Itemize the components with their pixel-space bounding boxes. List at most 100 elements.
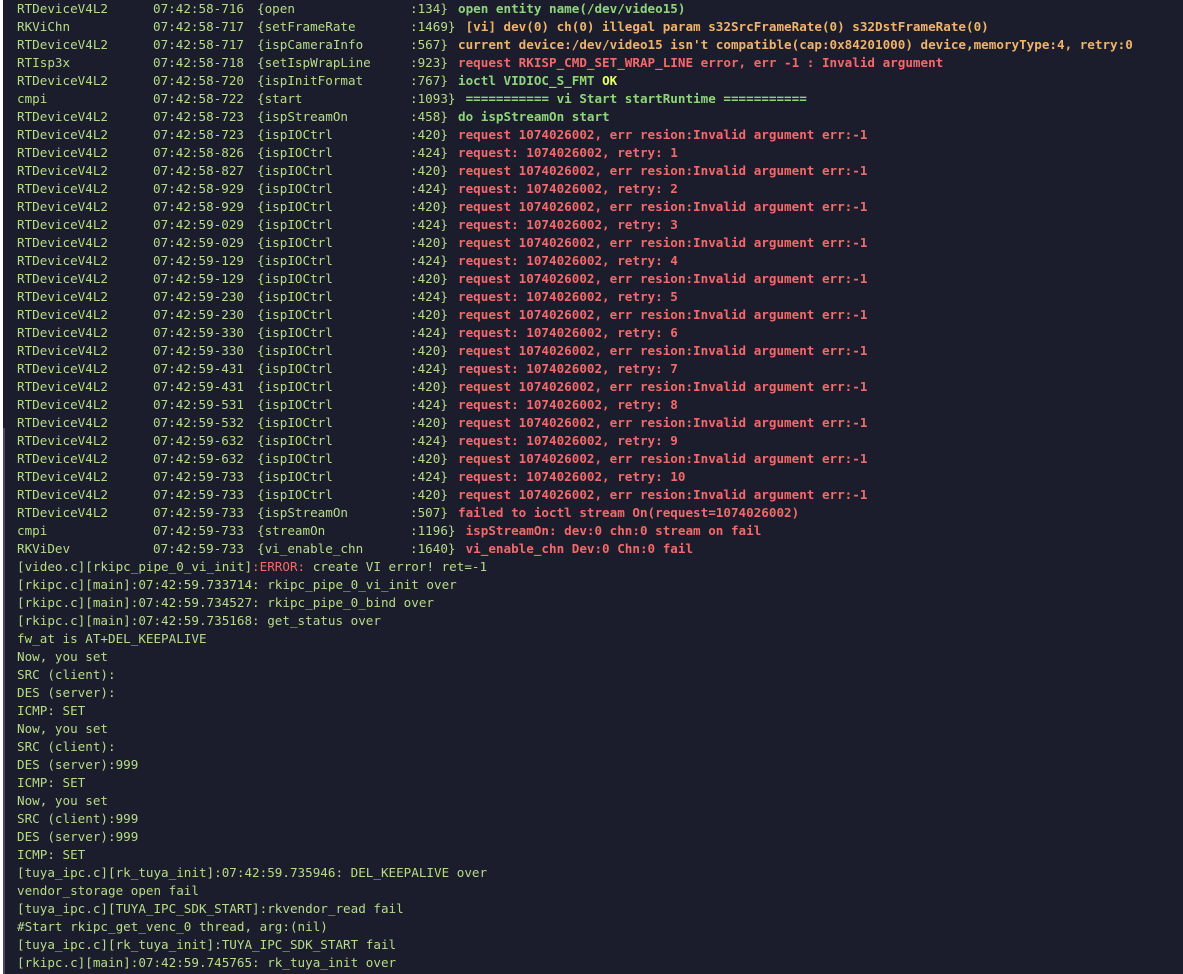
terminal-window[interactable]: RTDeviceV4L2 07:42:58-716 {open:134} open e… — [0, 0, 1183, 974]
error-prefix: [video.c][rkipc_pipe_0_vi_init] — [17, 559, 253, 574]
log-message-text: request 1074026002, err resion:Invalid a… — [458, 415, 868, 430]
log-timestamp: 07:42:59-532 — [153, 415, 244, 430]
log-message: ispStreamOn: dev:0 chn:0 stream on fail — [458, 522, 762, 540]
log-message-text: [vi] dev(0) ch(0) illegal param s32SrcFr… — [458, 19, 989, 34]
log-message: request 1074026002, err resion:Invalid a… — [458, 126, 867, 144]
log-message: request 1074026002, err resion:Invalid a… — [458, 162, 867, 180]
log-row: RTDeviceV4L2 07:42:59-129 {ispIOCtrl:424} r… — [17, 252, 1183, 270]
log-message: request 1074026002, err resion:Invalid a… — [458, 450, 867, 468]
log-function: {ispIOCtrl — [257, 271, 333, 286]
log-line-number: :424} — [410, 289, 448, 304]
log-row: RTDeviceV4L2 07:42:59-632 {ispIOCtrl:424} r… — [17, 432, 1183, 450]
log-timestamp: 07:42:59-632 — [153, 451, 244, 466]
log-message: request: 1074026002, retry: 3 — [458, 216, 678, 234]
log-tag: RTDeviceV4L2 — [17, 397, 108, 412]
log-message-text: request 1074026002, err resion:Invalid a… — [458, 163, 868, 178]
log-function: {ispIOCtrl — [257, 127, 333, 142]
log-function: {ispIOCtrl — [257, 433, 333, 448]
log-tag: RTDeviceV4L2 — [17, 361, 108, 376]
log-tag: RTDeviceV4L2 — [17, 253, 108, 268]
log-row: RTDeviceV4L2 07:42:59-431 {ispIOCtrl:424} r… — [17, 360, 1183, 378]
log-timestamp: 07:42:59-531 — [153, 397, 244, 412]
log-timestamp: 07:42:59-230 — [153, 289, 244, 304]
log-function: {setFrameRate — [257, 19, 356, 34]
error-suffix: create VI error! ret=-1 — [305, 559, 488, 574]
console-line: Now, you set — [17, 793, 108, 808]
log-row: RTDeviceV4L2 07:42:59-230 {ispIOCtrl:420} r… — [17, 306, 1183, 324]
log-message-text: request: 1074026002, retry: 3 — [458, 217, 678, 232]
log-message-text: request 1074026002, err resion:Invalid a… — [458, 199, 868, 214]
log-function: {ispIOCtrl — [257, 163, 333, 178]
log-timestamp: 07:42:58-720 — [153, 73, 244, 88]
log-row: RTDeviceV4L2 07:42:58-720 {ispInitFormat:7… — [17, 72, 1183, 90]
log-function: {ispIOCtrl — [257, 343, 333, 358]
log-output: RTDeviceV4L2 07:42:58-716 {open:134} open e… — [17, 0, 1183, 972]
log-tag: RTDeviceV4L2 — [17, 469, 108, 484]
log-line-number: :424} — [410, 433, 448, 448]
log-function: {ispIOCtrl — [257, 451, 333, 466]
log-line-number: :420} — [410, 415, 448, 430]
log-row: RTDeviceV4L2 07:42:59-733 {ispStreamOn:507… — [17, 504, 1183, 522]
console-line: ICMP: SET — [17, 847, 86, 862]
log-message: request: 1074026002, retry: 5 — [458, 288, 678, 306]
log-message-text: request 1074026002, err resion:Invalid a… — [458, 379, 868, 394]
log-tag: RTDeviceV4L2 — [17, 379, 108, 394]
log-timestamp: 07:42:58-827 — [153, 163, 244, 178]
console-line: [rkipc.c][main]:07:42:59.745765: rk_tuya… — [17, 955, 397, 970]
log-tag: RTIsp3x — [17, 55, 71, 70]
console-line: #Start rkipc_get_venc_0 thread, arg:(nil… — [17, 919, 328, 934]
log-timestamp: 07:42:59-230 — [153, 307, 244, 322]
console-line: Now, you set — [17, 649, 108, 664]
log-tag: RTDeviceV4L2 — [17, 325, 108, 340]
log-row: RTDeviceV4L2 07:42:59-532 {ispIOCtrl:420} r… — [17, 414, 1183, 432]
log-timestamp: 07:42:58-718 — [153, 55, 244, 70]
log-timestamp: 07:42:59-632 — [153, 433, 244, 448]
log-timestamp: 07:42:59-330 — [153, 343, 244, 358]
log-timestamp: 07:42:59-129 — [153, 253, 244, 268]
log-timestamp: 07:42:59-733 — [153, 505, 244, 520]
log-message-text: request: 1074026002, retry: 6 — [458, 325, 678, 340]
log-line-number: :420} — [410, 451, 448, 466]
log-message: do ispStreamOn start — [458, 108, 610, 126]
log-line-number: :458} — [410, 109, 448, 124]
log-message-text: =========== vi Start startRuntime ======… — [458, 91, 807, 106]
log-line-number: :420} — [410, 343, 448, 358]
log-message-text: request: 1074026002, retry: 9 — [458, 433, 678, 448]
log-tag: RTDeviceV4L2 — [17, 1, 108, 16]
log-line-number: :420} — [410, 271, 448, 286]
log-message: request: 1074026002, retry: 6 — [458, 324, 678, 342]
log-message-text: request 1074026002, err resion:Invalid a… — [458, 343, 868, 358]
log-message-text: do ispStreamOn start — [458, 109, 610, 124]
log-message: current device:/dev/video15 isn't compat… — [458, 36, 1133, 54]
log-tag: RKViDev — [17, 541, 71, 556]
log-line-number: :424} — [410, 253, 448, 268]
console-line: ICMP: SET — [17, 703, 86, 718]
log-line-number: :420} — [410, 307, 448, 322]
log-message-text: current device:/dev/video15 isn't compat… — [458, 37, 1133, 52]
error-word: :ERROR: — [252, 559, 306, 574]
log-message: =========== vi Start startRuntime ======… — [458, 90, 807, 108]
log-message-text: request RKISP_CMD_SET_WRAP_LINE error, e… — [458, 55, 944, 70]
log-tag: RTDeviceV4L2 — [17, 163, 108, 178]
log-row: RTDeviceV4L2 07:42:58-826 {ispIOCtrl:424} r… — [17, 144, 1183, 162]
console-line: DES (server):999 — [17, 829, 139, 844]
log-function: {ispStreamOn — [257, 505, 348, 520]
log-timestamp: 07:42:59-733 — [153, 487, 244, 502]
log-message: request 1074026002, err resion:Invalid a… — [458, 198, 867, 216]
log-message-text: ioctl VIDIOC_S_FMT — [458, 73, 603, 88]
log-tag: RTDeviceV4L2 — [17, 127, 108, 142]
log-message-text: request 1074026002, err resion:Invalid a… — [458, 487, 868, 502]
log-row: RKViChn 07:42:58-717 {setFrameRate:1469} [… — [17, 18, 1183, 36]
log-tag: cmpi — [17, 91, 48, 106]
log-function: {ispIOCtrl — [257, 325, 333, 340]
log-row: RTDeviceV4L2 07:42:59-632 {ispIOCtrl:420} r… — [17, 450, 1183, 468]
log-row: RTDeviceV4L2 07:42:58-929 {ispIOCtrl:424} r… — [17, 180, 1183, 198]
log-timestamp: 07:42:58-723 — [153, 109, 244, 124]
console-line: SRC (client):999 — [17, 811, 139, 826]
log-row: RTDeviceV4L2 07:42:59-733 {ispIOCtrl:420} r… — [17, 486, 1183, 504]
log-line-number: :1093} — [410, 91, 456, 106]
log-row: RTDeviceV4L2 07:42:59-531 {ispIOCtrl:424} r… — [17, 396, 1183, 414]
log-timestamp: 07:42:59-733 — [153, 469, 244, 484]
log-function: {ispIOCtrl — [257, 361, 333, 376]
log-function: {setIspWrapLine — [257, 55, 371, 70]
